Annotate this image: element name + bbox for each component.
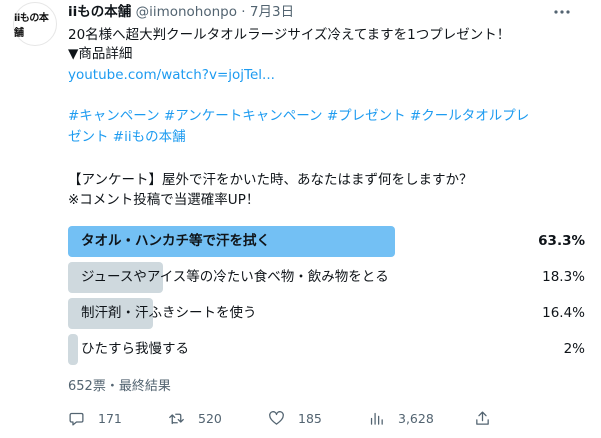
hashtags-line[interactable]: ゼント #iiもの本舗 (68, 127, 186, 147)
tweet-date[interactable]: 7月3日 (250, 4, 294, 20)
retweet-count: 520 (198, 410, 222, 426)
like-button[interactable]: 185 (268, 408, 322, 428)
bar-chart-icon (370, 412, 383, 425)
poll-option: タオル・ハンカチ等で汗を拭く 63.3% (68, 226, 585, 257)
poll-option: ひたすら我慢する 2% (68, 334, 585, 365)
more-options-icon[interactable] (550, 2, 574, 22)
share-icon (476, 410, 489, 425)
poll-option-percent: 16.4% (542, 305, 585, 321)
poll-option-label: タオル・ハンカチ等で汗を拭く (81, 233, 270, 249)
tweet-text-line: ▼商品詳細 (68, 46, 133, 62)
views-button[interactable]: 3,628 (368, 408, 434, 428)
tweet-header: iiもの本舗 @iimonohonpo · 7月3日 (68, 2, 294, 22)
tweet-text-line: 20名様へ超大判クールタオルラージサイズ冷えてますを1つプレゼント！ (68, 27, 511, 43)
share-button[interactable] (474, 408, 504, 428)
heart-icon (269, 410, 284, 425)
reply-icon (69, 412, 84, 426)
author-name[interactable]: iiもの本舗 (68, 4, 131, 20)
action-bar: 171 520 185 3,628 (68, 408, 588, 428)
author-handle[interactable]: @iimonohonpo (136, 4, 237, 20)
more-dots-icon (554, 10, 570, 14)
views-count: 3,628 (398, 410, 434, 426)
poll-bar (68, 334, 78, 365)
poll-option-label: 制汗剤・汗ふきシートを使う (81, 305, 257, 321)
poll-option-percent: 18.3% (542, 269, 585, 285)
retweet-button[interactable]: 520 (168, 408, 222, 428)
avatar[interactable]: iiもの本舗 (13, 2, 57, 46)
reply-button[interactable]: 171 (68, 408, 122, 428)
hashtags-line[interactable]: #キャンペーン #アンケートキャンペーン #プレゼント #クールタオルプレ (68, 106, 529, 126)
reply-count: 171 (98, 410, 122, 426)
poll-option-label: ひたすら我慢する (81, 341, 189, 357)
poll-option: ジュースやアイス等の冷たい食べ物・飲み物をとる 18.3% (68, 262, 585, 293)
poll-option-percent: 63.3% (538, 233, 585, 249)
poll-option-percent: 2% (563, 341, 585, 357)
tweet-link[interactable]: youtube.com/watch?v=jojTel... (68, 65, 275, 85)
poll-question: 【アンケート】屋外で汗をかいた時、あなたはまず何をしますか？ (68, 172, 473, 188)
header-separator: · (241, 4, 246, 20)
avatar-logo-text: iiもの本舗 (14, 13, 49, 39)
poll-option-label: ジュースやアイス等の冷たい食べ物・飲み物をとる (81, 269, 389, 285)
tweet[interactable]: iiもの本舗 iiもの本舗 @iimonohonpo · 7月3日 20名様へ超… (0, 0, 601, 438)
poll-meta: 652票・最終結果 (68, 379, 171, 394)
tweet-note: ※コメント投稿で当選確率UP！ (68, 192, 260, 208)
retweet-icon (169, 413, 184, 424)
poll-option: 制汗剤・汗ふきシートを使う 16.4% (68, 298, 585, 329)
like-count: 185 (298, 410, 322, 426)
